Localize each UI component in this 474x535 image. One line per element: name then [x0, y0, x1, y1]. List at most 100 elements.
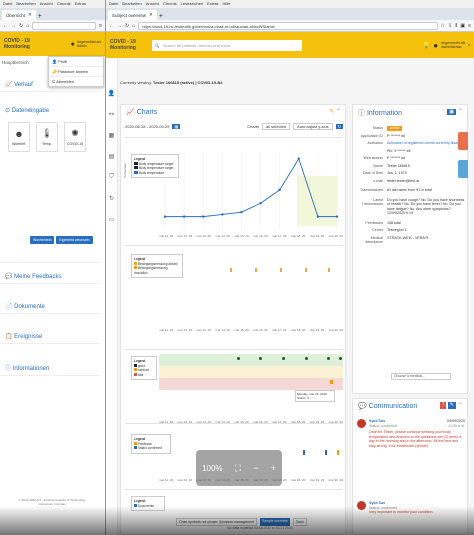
menu-icon[interactable]: ≡ [99, 23, 102, 29]
download-icon[interactable]: ⇩ [448, 23, 452, 29]
side-tab-blue[interactable] [458, 160, 468, 178]
bookmark-star-icon[interactable]: ☆ [441, 23, 445, 29]
menu-datei[interactable]: Datei [109, 1, 118, 7]
fit-icon[interactable]: ⛶ [235, 463, 241, 474]
menu-lesezeichen[interactable]: Lesezeichen [181, 1, 203, 7]
section-informationen[interactable]: ⓘ Informationen [0, 360, 100, 376]
message-author[interactable]: Sybil Sus [369, 501, 385, 505]
data-point[interactable] [282, 357, 285, 360]
auto-adjust-toggle[interactable]: Auto adjust y-axis [293, 123, 333, 130]
shield-icon[interactable]: ⛉ [109, 174, 114, 181]
menu-extras[interactable]: Extras [75, 1, 86, 7]
home-icon[interactable]: ⌂ [132, 23, 135, 29]
menu-ansicht[interactable]: Ansicht [146, 1, 159, 7]
menu-ansicht[interactable]: Ansicht [40, 1, 53, 7]
menu-chronik[interactable]: Chronik [57, 1, 71, 7]
reload-icon[interactable]: ↻ [125, 23, 129, 29]
temperature-point[interactable] [259, 202, 262, 205]
table-icon[interactable]: ▦ [109, 132, 115, 139]
tile-covid[interactable]: ✺ COVID-19 [64, 122, 86, 152]
left-tab[interactable]: Übersicht ✕ [2, 10, 36, 20]
home-icon[interactable]: ⌂ [26, 23, 29, 29]
section-ereignisse[interactable]: 📋 Ereignisse [0, 330, 100, 344]
nav-hauptbereich[interactable]: Hauptbereich [2, 60, 29, 65]
zoom-out-icon[interactable]: − [253, 463, 258, 473]
temperature-point[interactable] [221, 213, 224, 216]
collapse-icon[interactable]: ⌃ [458, 402, 463, 409]
temperature-point[interactable] [240, 210, 243, 214]
feedback-marker[interactable] [303, 450, 305, 455]
forward-icon[interactable]: → [117, 23, 122, 29]
dropdown-passwort[interactable]: 🔑 Passwort ändern [49, 67, 103, 77]
temperature-point[interactable] [182, 215, 186, 218]
document-icon[interactable]: ▤ [109, 153, 115, 160]
date-range[interactable]: 2020-06-18 - 2020-09-29 [125, 124, 169, 129]
close-icon[interactable]: ✕ [149, 12, 153, 18]
bulb-icon[interactable]: 💡 [423, 42, 430, 49]
right-url-field[interactable]: https://ww4-15-nc-leshealth.gobernanza-o… [138, 21, 438, 30]
back-icon[interactable]: ← [109, 23, 114, 29]
app-logo: COVID - 19 Monitoring [110, 39, 136, 51]
charts-select[interactable]: all selected [262, 123, 291, 130]
temperature-point[interactable] [202, 215, 205, 218]
folder-icon[interactable]: ▭ [109, 216, 115, 223]
refresh-icon[interactable]: ↻ [335, 124, 343, 129]
tile-wohlbefinden[interactable]: ☻ Wohlbef. [8, 122, 30, 152]
back-icon[interactable]: ← [3, 23, 8, 29]
forward-icon[interactable]: → [11, 23, 16, 29]
sidebar-icon[interactable]: ▣ [460, 23, 465, 29]
dropdown-abmelden[interactable]: ⏻ Abmelden [49, 77, 103, 86]
feedback-marker[interactable] [325, 450, 327, 455]
user-icon[interactable]: 👤 [108, 90, 115, 97]
tile-temperatur[interactable]: 🌡 Temp. [36, 122, 58, 152]
feedback-marker[interactable] [337, 450, 339, 455]
share-icon[interactable]: ⚯ [109, 111, 114, 118]
eigenfeld-button[interactable]: Eigenfeld wechseln [56, 236, 93, 244]
collapse-icon[interactable]: ⌃ [336, 109, 341, 115]
data-point[interactable] [339, 357, 342, 360]
library-icon[interactable]: ⫴ [455, 23, 457, 29]
temperature-point[interactable] [278, 188, 281, 192]
reload-icon[interactable]: ↻ [19, 23, 23, 29]
data-point[interactable] [327, 357, 330, 360]
temperature-point[interactable] [297, 157, 300, 160]
close-icon[interactable]: ✕ [28, 12, 32, 18]
new-tab-icon[interactable]: + [38, 13, 42, 20]
refresh-icon[interactable]: ↻ [109, 195, 114, 202]
temperature-point[interactable] [316, 215, 320, 218]
dropdown-profil[interactable]: 👤 Profil [49, 57, 103, 67]
search-input[interactable]: 🔍 Search for patients, devices and more [151, 39, 302, 51]
edit-icon[interactable]: ✎ [329, 109, 334, 115]
wochenfeld-button[interactable]: Wochenfeld [30, 236, 55, 244]
zoom-in-icon[interactable]: + [271, 463, 276, 473]
menu-hilfe[interactable]: Hilfe [222, 1, 230, 7]
menu-bearbeiten[interactable]: Bearbeiten [16, 1, 35, 7]
data-point[interactable] [305, 357, 308, 360]
menu-icon[interactable]: ≡ [468, 23, 471, 29]
section-dateneingabe[interactable]: ⊙ Dateneingabe [0, 104, 100, 117]
menu-datei[interactable]: Datei [3, 1, 12, 7]
new-tab-icon[interactable]: + [159, 13, 163, 20]
temperature-point[interactable] [163, 215, 167, 218]
data-point[interactable] [237, 357, 240, 360]
section-dokumente[interactable]: 📄 Dokumente [0, 300, 100, 314]
right-tab[interactable]: Subject overview ✕ [108, 10, 157, 20]
user-menu[interactable]: ● Angemeldet als Admin [71, 40, 101, 48]
temperature-point[interactable] [335, 215, 339, 218]
user-menu[interactable]: 💡 ● Angemeldet als Administrator ▾ [423, 41, 470, 50]
data-point[interactable] [330, 380, 333, 384]
alert-icon[interactable]: ! [440, 402, 446, 409]
compose-icon[interactable]: ✎ [447, 402, 456, 409]
medical-select[interactable]: Choose a medical... [391, 373, 451, 380]
left-url-field[interactable] [32, 21, 97, 30]
calendar-icon[interactable]: ▦ [172, 124, 181, 129]
menu-bearbeiten[interactable]: Bearbeiten [122, 1, 141, 7]
data-point[interactable] [259, 357, 262, 360]
contact-card-icon[interactable]: ▣ [447, 108, 456, 115]
menu-chronik[interactable]: Chronik [163, 1, 177, 7]
collapse-icon[interactable]: ⌃ [458, 108, 463, 115]
side-tab-orange[interactable] [458, 132, 468, 150]
x-tick-label: mar 14, 20 [215, 328, 230, 332]
section-feedbacks[interactable]: 💬 Meine Feedbacks [0, 270, 100, 284]
menu-extras[interactable]: Extras [207, 1, 218, 7]
